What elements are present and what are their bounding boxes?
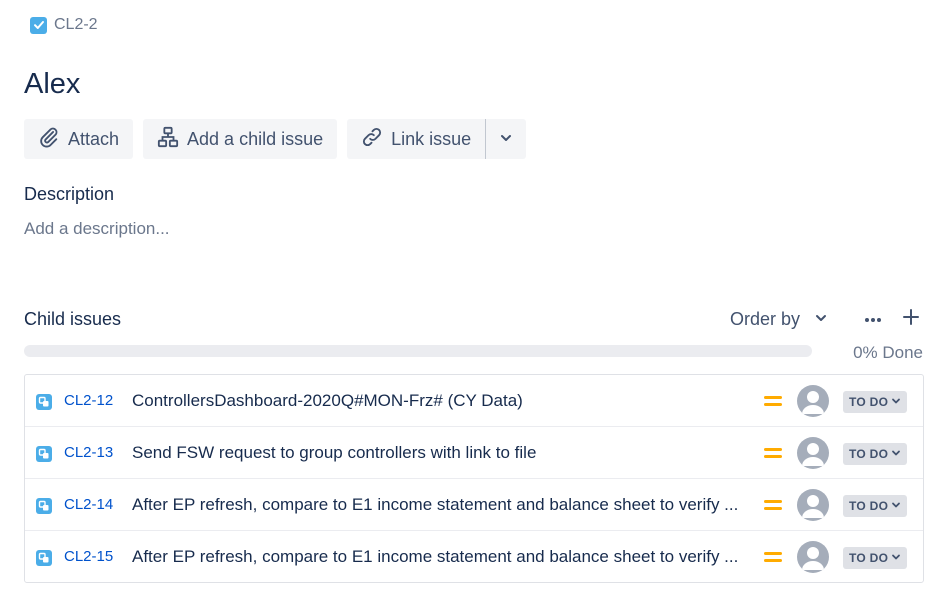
- child-issue-key[interactable]: CL2-14: [64, 496, 113, 513]
- more-options-button[interactable]: [862, 308, 884, 330]
- unassigned-avatar[interactable]: [797, 541, 829, 573]
- child-issue-key[interactable]: CL2-13: [64, 444, 113, 461]
- add-child-label: Add a child issue: [187, 128, 324, 149]
- paperclip-icon: [38, 126, 60, 153]
- plus-icon: [902, 308, 920, 331]
- issue-view: CL2-2 Alex Attach Add a child issue Link…: [0, 0, 944, 601]
- add-child-issue-plus-button[interactable]: [899, 307, 923, 331]
- issue-title[interactable]: Alex: [24, 68, 80, 101]
- status-dropdown[interactable]: TO DO: [843, 547, 908, 569]
- add-child-issue-button[interactable]: Add a child issue: [143, 119, 338, 159]
- status-label: TO DO: [849, 447, 889, 461]
- status-label: TO DO: [849, 499, 889, 513]
- issue-toolbar: Attach Add a child issue Link issue: [24, 119, 527, 159]
- chevron-down-icon: [499, 129, 513, 150]
- child-issues-list: CL2-12 ControllersDashboard-2020Q#MON-Fr…: [24, 374, 924, 583]
- description-heading: Description: [24, 184, 115, 204]
- status-label: TO DO: [849, 551, 889, 565]
- progress-text: 0% Done: [853, 343, 923, 362]
- child-issue-summary[interactable]: ControllersDashboard-2020Q#MON-Frz# (CY …: [132, 391, 750, 411]
- chevron-down-icon: [891, 395, 901, 409]
- list-item[interactable]: CL2-12 ControllersDashboard-2020Q#MON-Fr…: [25, 375, 923, 426]
- attach-label: Attach: [68, 128, 120, 149]
- priority-medium-icon: [763, 497, 783, 513]
- status-dropdown[interactable]: TO DO: [843, 391, 908, 413]
- parent-issue-key[interactable]: CL2-2: [54, 16, 98, 34]
- priority-medium-icon: [763, 445, 783, 461]
- attach-button[interactable]: Attach: [24, 119, 134, 159]
- child-issue-summary[interactable]: Send FSW request to group controllers wi…: [132, 443, 750, 463]
- ellipsis-icon: [864, 310, 882, 328]
- list-item[interactable]: CL2-15 After EP refresh, compare to E1 i…: [25, 530, 923, 582]
- child-issue-summary[interactable]: After EP refresh, compare to E1 income s…: [132, 547, 750, 567]
- status-dropdown[interactable]: TO DO: [843, 495, 908, 517]
- link-issue-group: Link issue: [347, 119, 527, 159]
- breadcrumb[interactable]: CL2-2: [30, 16, 98, 34]
- order-by-label: Order by: [730, 309, 801, 329]
- unassigned-avatar[interactable]: [797, 437, 829, 469]
- unassigned-avatar[interactable]: [797, 385, 829, 417]
- status-label: TO DO: [849, 395, 889, 409]
- chevron-down-icon: [814, 309, 828, 330]
- hierarchy-icon: [157, 126, 179, 153]
- child-issue-key[interactable]: CL2-12: [64, 392, 113, 409]
- priority-medium-icon: [763, 549, 783, 565]
- link-issue-button[interactable]: Link issue: [347, 119, 485, 159]
- subtask-icon: [36, 394, 52, 410]
- link-issue-dropdown-button[interactable]: [486, 119, 526, 159]
- priority-medium-icon: [763, 393, 783, 409]
- subtask-icon: [36, 498, 52, 514]
- chevron-down-icon: [891, 447, 901, 461]
- task-checkbox-icon: [30, 16, 47, 34]
- chevron-down-icon: [891, 551, 901, 565]
- link-issue-label: Link issue: [391, 128, 472, 149]
- unassigned-avatar[interactable]: [797, 489, 829, 521]
- progress-bar: [24, 345, 812, 357]
- order-by-button[interactable]: Order by: [730, 309, 828, 330]
- description-input[interactable]: Add a description...: [24, 219, 170, 239]
- child-issues-heading: Child issues: [24, 309, 122, 329]
- status-dropdown[interactable]: TO DO: [843, 443, 908, 465]
- chevron-down-icon: [891, 499, 901, 513]
- list-item[interactable]: CL2-14 After EP refresh, compare to E1 i…: [25, 478, 923, 530]
- child-issue-key[interactable]: CL2-15: [64, 548, 113, 565]
- child-issue-summary[interactable]: After EP refresh, compare to E1 income s…: [132, 495, 750, 515]
- list-item[interactable]: CL2-13 Send FSW request to group control…: [25, 426, 923, 478]
- subtask-icon: [36, 550, 52, 566]
- subtask-icon: [36, 446, 52, 462]
- link-icon: [361, 126, 383, 153]
